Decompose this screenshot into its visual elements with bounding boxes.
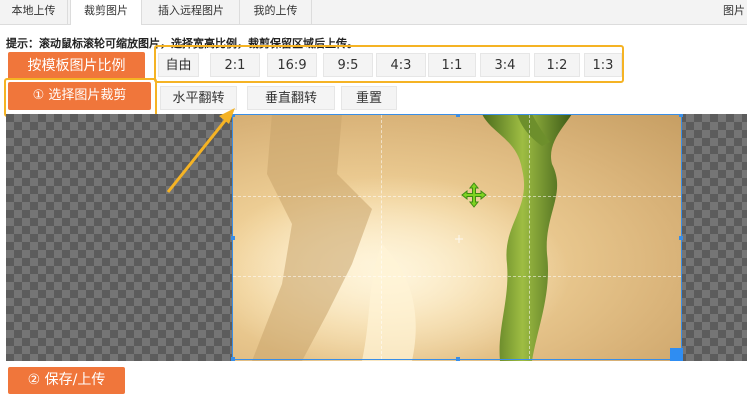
crop-canvas[interactable] bbox=[6, 114, 747, 361]
crop-grid-line bbox=[233, 195, 681, 197]
reset-button[interactable]: 重置 bbox=[341, 86, 397, 110]
crop-handle-n[interactable] bbox=[456, 114, 460, 117]
tab-my-uploads[interactable]: 我的上传 bbox=[240, 0, 312, 24]
tab-bar: 本地上传 裁剪图片 插入远程图片 我的上传 图片 bbox=[0, 0, 747, 25]
ratio-2-1-button[interactable]: 2:1 bbox=[210, 53, 260, 77]
tab-image-partial[interactable]: 图片 bbox=[723, 0, 745, 22]
crop-center-icon bbox=[455, 235, 463, 243]
ratio-1-3-button[interactable]: 1:3 bbox=[584, 53, 622, 77]
ratio-3-4-button[interactable]: 3:4 bbox=[480, 53, 530, 77]
tab-insert-remote-image[interactable]: 插入远程图片 bbox=[143, 0, 240, 24]
save-upload-button[interactable]: ② 保存/上传 bbox=[8, 367, 125, 394]
ratio-free-button[interactable]: 自由 bbox=[158, 53, 199, 77]
ratio-16-9-button[interactable]: 16:9 bbox=[267, 53, 317, 77]
crop-grid-line bbox=[233, 276, 681, 278]
flip-horizontal-button[interactable]: 水平翻转 bbox=[160, 86, 237, 110]
ratio-9-5-button[interactable]: 9:5 bbox=[323, 53, 373, 77]
ratio-1-1-button[interactable]: 1:1 bbox=[428, 53, 476, 77]
crop-handle-ne[interactable] bbox=[679, 114, 683, 117]
crop-handle-nw[interactable] bbox=[231, 114, 235, 117]
ratio-4-3-button[interactable]: 4:3 bbox=[376, 53, 426, 77]
crop-handle-e[interactable] bbox=[679, 236, 683, 240]
crop-handle-w[interactable] bbox=[231, 236, 235, 240]
crop-grid-line bbox=[380, 115, 382, 359]
move-cursor-icon bbox=[461, 182, 487, 208]
crop-handle-sw[interactable] bbox=[231, 357, 235, 361]
select-crop-button[interactable]: ① 选择图片裁剪 bbox=[8, 82, 151, 110]
crop-handle-s[interactable] bbox=[456, 357, 460, 361]
crop-selection-box[interactable] bbox=[231, 114, 683, 361]
ratio-1-2-button[interactable]: 1:2 bbox=[534, 53, 580, 77]
tab-local-upload[interactable]: 本地上传 bbox=[0, 0, 68, 24]
crop-grid-line bbox=[528, 115, 530, 359]
template-ratio-button[interactable]: 按模板图片比例 bbox=[8, 52, 145, 80]
tab-crop-image[interactable]: 裁剪图片 bbox=[70, 0, 142, 25]
flip-vertical-button[interactable]: 垂直翻转 bbox=[247, 86, 335, 110]
crop-resize-handle-se[interactable] bbox=[670, 348, 683, 361]
